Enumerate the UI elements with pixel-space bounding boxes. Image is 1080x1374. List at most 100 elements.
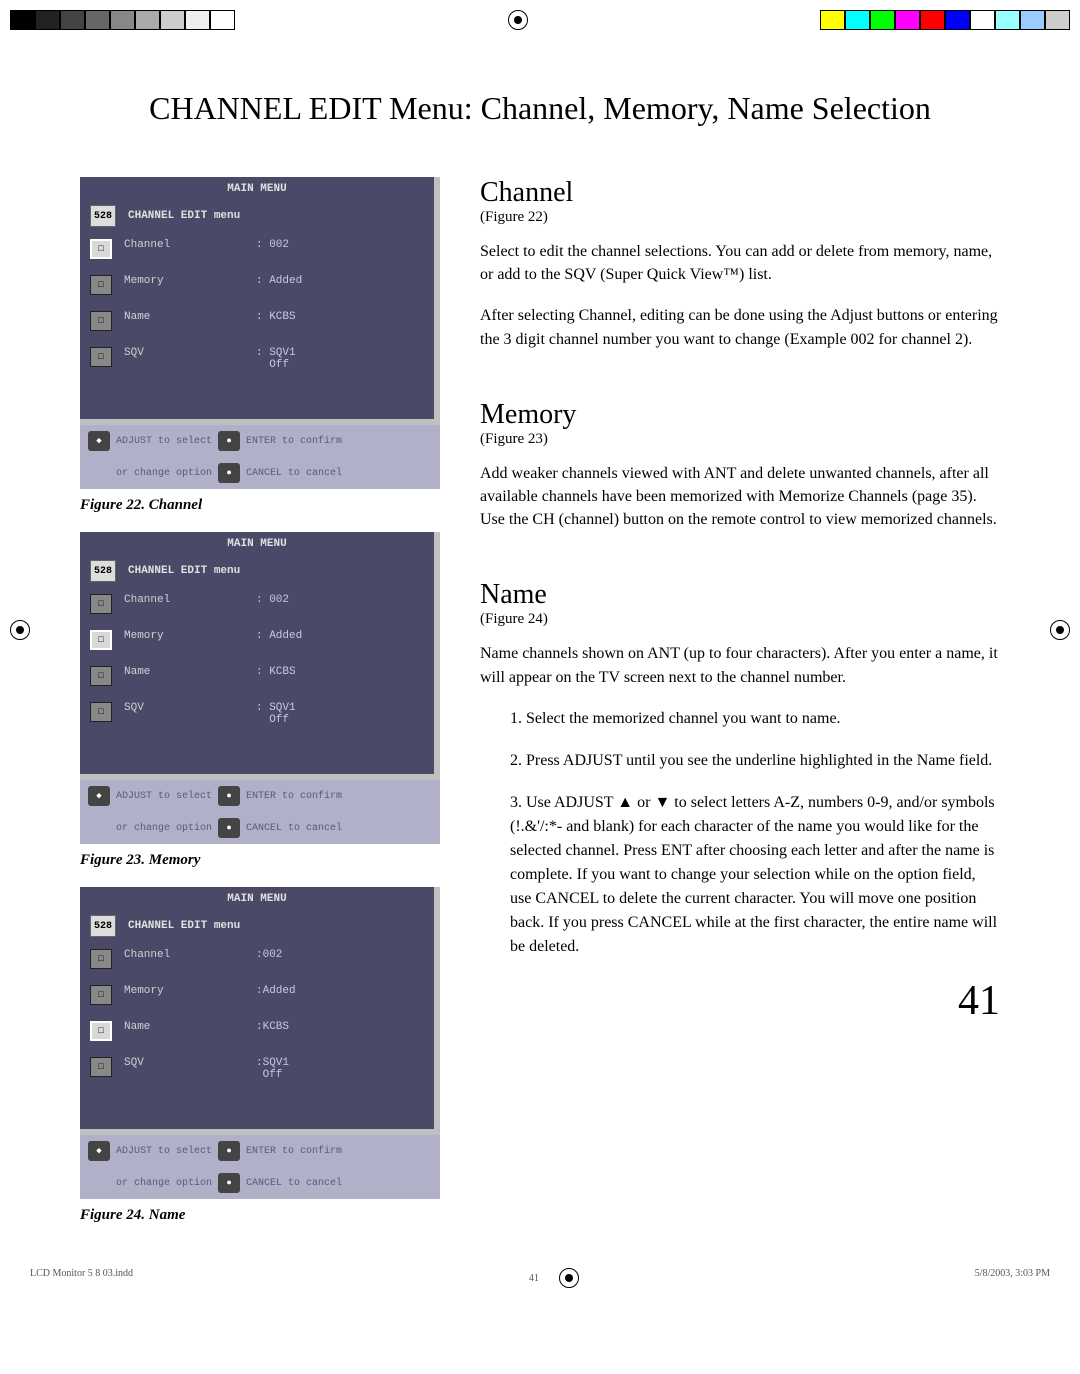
enter-icon: ●: [218, 431, 240, 451]
section-heading: Name: [480, 579, 1000, 611]
body-paragraph: Name channels shown on ANT (up to four c…: [480, 642, 1000, 688]
section-channel: Channel (Figure 22) Select to edit the c…: [480, 177, 1000, 351]
menu-item-value: : SQV1 Off: [256, 347, 296, 371]
section-subheading: (Figure 22): [480, 209, 1000, 226]
figure-caption: Figure 24. Name: [80, 1207, 440, 1224]
menu-item-label: Channel: [124, 949, 244, 961]
menu-item-icon[interactable]: □: [90, 666, 112, 686]
section-heading: Channel: [480, 177, 1000, 209]
menu-item-label: Memory: [124, 275, 244, 287]
menu-item-value: : KCBS: [256, 311, 296, 323]
page-number: 41: [480, 977, 1000, 1025]
steps-list: 1. Select the memorized channel you want…: [480, 707, 1000, 959]
menu-item-label: Name: [124, 311, 244, 323]
menu-item-value: : 002: [256, 239, 289, 251]
footer-timestamp: 5/8/2003, 3:03 PM: [975, 1268, 1050, 1288]
tv-menu-figure-23: MAIN MENU 528 CHANNEL EDIT menu □ Channe…: [80, 532, 440, 844]
menu-item-label: SQV: [124, 702, 244, 714]
step-item: 3. Use ADJUST ▲ or ▼ to select letters A…: [480, 791, 1000, 959]
menu-footer: ◆ ADJUST to select ● ENTER to confirm or…: [80, 1135, 440, 1199]
cancel-icon: ●: [218, 1173, 240, 1193]
menu-item-icon[interactable]: □: [90, 239, 112, 259]
figure-caption: Figure 23. Memory: [80, 852, 440, 869]
menu-item-icon[interactable]: □: [90, 347, 112, 367]
enter-icon: ●: [218, 1141, 240, 1161]
menu-item-value: : KCBS: [256, 666, 296, 678]
footer-text: CANCEL to cancel: [246, 1178, 342, 1189]
menu-item-icon[interactable]: □: [90, 985, 112, 1005]
body-paragraph: Select to edit the channel selections. Y…: [480, 240, 1000, 286]
cancel-icon: ●: [218, 463, 240, 483]
body-paragraph: Add weaker channels viewed with ANT and …: [480, 462, 1000, 532]
adjust-icon: ◆: [88, 1141, 110, 1161]
page-title: CHANNEL EDIT Menu: Channel, Memory, Name…: [80, 90, 1000, 127]
menu-item-value: :002: [256, 949, 282, 961]
footer-text: ENTER to confirm: [246, 1146, 342, 1157]
footer-page: 41: [529, 1273, 539, 1284]
menu-footer: ◆ ADJUST to select ● ENTER to confirm or…: [80, 780, 440, 844]
step-item: 2. Press ADJUST until you see the underl…: [480, 749, 1000, 773]
footer-text: ADJUST to select: [116, 1146, 212, 1157]
section-name: Name (Figure 24) Name channels shown on …: [480, 579, 1000, 958]
print-footer-meta: LCD Monitor 5 8 03.indd 41 5/8/2003, 3:0…: [0, 1262, 1080, 1298]
footer-filename: LCD Monitor 5 8 03.indd: [30, 1268, 133, 1288]
menu-header: MAIN MENU: [80, 532, 434, 556]
menu-item-icon[interactable]: □: [90, 594, 112, 614]
logo-528-icon: 528: [90, 560, 116, 582]
section-heading: Memory: [480, 399, 1000, 431]
menu-item-label: Memory: [124, 985, 244, 997]
menu-item-value: :SQV1 Off: [256, 1057, 289, 1081]
footer-text: ENTER to confirm: [246, 791, 342, 802]
registration-target-icon: [508, 10, 528, 30]
figure-caption: Figure 22. Channel: [80, 497, 440, 514]
menu-item-value: : Added: [256, 630, 302, 642]
menu-item-label: Channel: [124, 239, 244, 251]
menu-item-label: Channel: [124, 594, 244, 606]
adjust-icon: ◆: [88, 786, 110, 806]
footer-text: or change option: [116, 823, 212, 834]
footer-text: CANCEL to cancel: [246, 823, 342, 834]
menu-footer: ◆ ADJUST to select ● ENTER to confirm or…: [80, 425, 440, 489]
menu-item-label: Name: [124, 666, 244, 678]
menu-item-icon[interactable]: □: [90, 1021, 112, 1041]
menu-item-value: : SQV1 Off: [256, 702, 296, 726]
tv-menu-figure-24: MAIN MENU 528 CHANNEL EDIT menu □ Channe…: [80, 887, 440, 1199]
menu-header: MAIN MENU: [80, 887, 434, 911]
menu-item-icon[interactable]: □: [90, 1057, 112, 1077]
menu-item-value: : Added: [256, 275, 302, 287]
submenu-title: CHANNEL EDIT menu: [128, 920, 240, 932]
grayscale-bar: [10, 10, 235, 30]
submenu-title: CHANNEL EDIT menu: [128, 210, 240, 222]
menu-item-icon[interactable]: □: [90, 311, 112, 331]
menu-item-icon[interactable]: □: [90, 702, 112, 722]
step-item: 1. Select the memorized channel you want…: [480, 707, 1000, 731]
menu-item-icon[interactable]: □: [90, 949, 112, 969]
color-bar: [820, 10, 1070, 30]
logo-528-icon: 528: [90, 915, 116, 937]
menu-item-label: SQV: [124, 1057, 244, 1069]
submenu-title: CHANNEL EDIT menu: [128, 565, 240, 577]
print-registration-top: [0, 0, 1080, 40]
adjust-icon: ◆: [88, 431, 110, 451]
section-subheading: (Figure 23): [480, 431, 1000, 448]
section-subheading: (Figure 24): [480, 611, 1000, 628]
tv-menu-figure-22: MAIN MENU 528 CHANNEL EDIT menu □ Channe…: [80, 177, 440, 489]
menu-item-value: :KCBS: [256, 1021, 289, 1033]
menu-item-icon[interactable]: □: [90, 275, 112, 295]
footer-text: ADJUST to select: [116, 791, 212, 802]
enter-icon: ●: [218, 786, 240, 806]
logo-528-icon: 528: [90, 205, 116, 227]
menu-item-label: Memory: [124, 630, 244, 642]
footer-text: or change option: [116, 468, 212, 479]
footer-text: CANCEL to cancel: [246, 468, 342, 479]
body-paragraph: After selecting Channel, editing can be …: [480, 304, 1000, 350]
menu-item-label: SQV: [124, 347, 244, 359]
footer-text: ADJUST to select: [116, 436, 212, 447]
menu-item-icon[interactable]: □: [90, 630, 112, 650]
menu-item-value: : 002: [256, 594, 289, 606]
cancel-icon: ●: [218, 818, 240, 838]
menu-item-label: Name: [124, 1021, 244, 1033]
footer-text: ENTER to confirm: [246, 436, 342, 447]
menu-item-value: :Added: [256, 985, 296, 997]
menu-header: MAIN MENU: [80, 177, 434, 201]
